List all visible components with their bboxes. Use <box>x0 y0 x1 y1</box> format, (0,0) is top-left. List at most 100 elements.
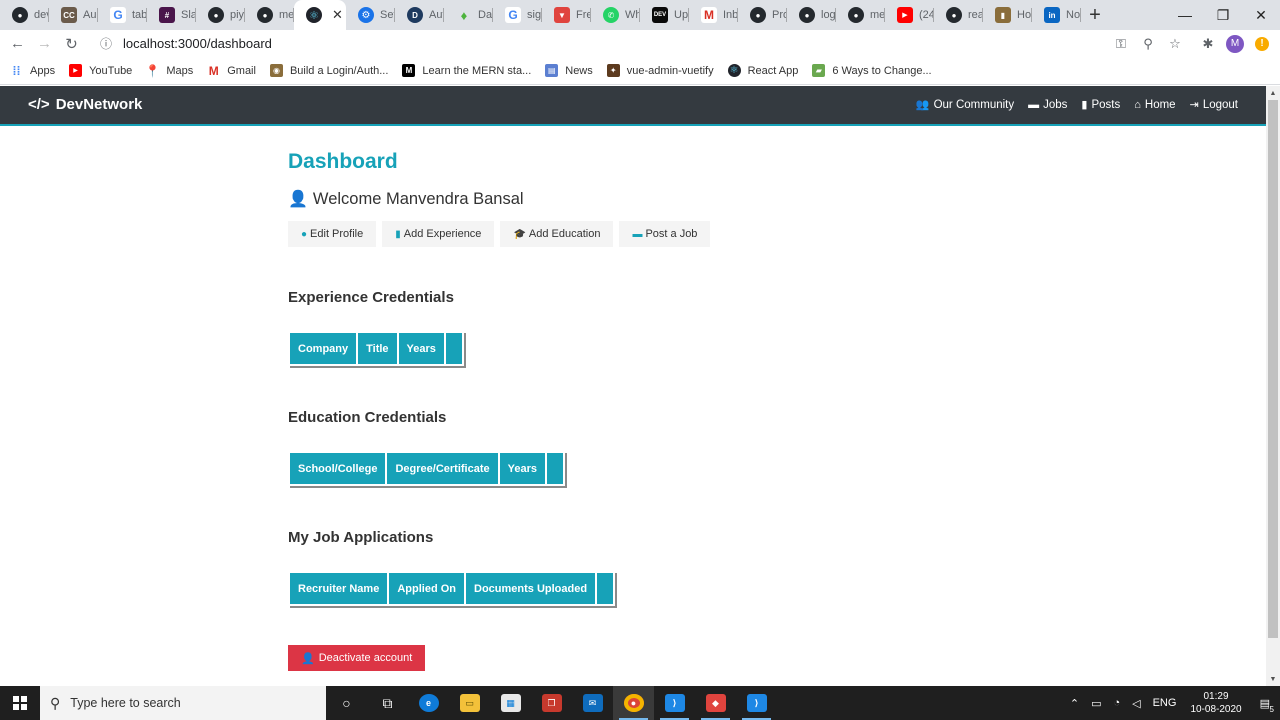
reload-icon[interactable]: ↻ <box>58 30 85 57</box>
key-icon[interactable]: ⚿ <box>1108 30 1134 57</box>
vscode-icon[interactable]: ⟩ <box>654 686 695 720</box>
education-heading: Education Credentials <box>288 409 447 426</box>
add-experience-button[interactable]: ▮ Add Experience <box>382 221 495 247</box>
browser-tab[interactable]: Gtabl <box>98 0 147 30</box>
notifications-icon[interactable]: ▤ 5 <box>1260 697 1275 714</box>
browser-tab[interactable]: DEV Upl <box>640 0 689 30</box>
task-view-icon[interactable]: ⧉ <box>367 686 408 720</box>
cortana-icon[interactable]: ○ <box>326 686 367 720</box>
browser-tab[interactable]: ● dev <box>0 0 49 30</box>
browser-tab[interactable]: ▼ Free <box>542 0 591 30</box>
browser-tab[interactable]: ● rea <box>934 0 983 30</box>
browser-tab[interactable]: ● log <box>787 0 836 30</box>
browser-tab[interactable]: ▶ (24 <box>885 0 934 30</box>
info-icon[interactable]: ⓘ <box>97 34 115 52</box>
tab-title: Aut <box>429 9 444 21</box>
close-window-icon[interactable]: ✕ <box>1242 0 1280 30</box>
nav-posts[interactable]: ▮ Posts <box>1081 98 1120 112</box>
page-scrollbar[interactable]: ▲ ▼ <box>1266 86 1280 686</box>
volume-icon[interactable]: ◁ <box>1132 697 1140 710</box>
clock[interactable]: 01:29 10-08-2020 <box>1190 690 1241 716</box>
extensions-icon[interactable]: ✱ <box>1195 30 1221 57</box>
wifi-icon[interactable]: ◔ <box>1113 697 1120 709</box>
edge-icon[interactable]: e <box>408 686 449 720</box>
bookmark-apps[interactable]: ⁞⁞ Apps <box>10 64 56 78</box>
news-icon: ▤ <box>545 64 559 77</box>
nav-our-community[interactable]: 👥 Our Community <box>916 98 1014 112</box>
bookmark-mern[interactable]: M Learn the MERN sta... <box>402 64 531 77</box>
browser-tab[interactable]: ✆ Wh <box>591 0 640 30</box>
edit-profile-button[interactable]: ● Edit Profile <box>288 221 377 247</box>
tab-title: (24 <box>919 9 934 21</box>
bookmark-login-auth[interactable]: ◉ Build a Login/Auth... <box>269 64 388 77</box>
browser-tab[interactable]: # Slac <box>147 0 196 30</box>
browser-tab[interactable]: ● piyu <box>196 0 245 30</box>
back-icon[interactable]: ← <box>4 30 31 57</box>
post-a-job-button[interactable]: ▬ Post a Job <box>619 221 711 247</box>
zoom-icon[interactable]: ⚲ <box>1135 30 1161 57</box>
bookmark-react-app[interactable]: ⚛ React App <box>727 64 798 77</box>
bookmarks-bar: ⁞⁞ Apps ▶ YouTube 📍 Maps M Gmail ◉ Build a Lo… <box>0 57 1280 85</box>
address-bar[interactable]: ⓘ localhost:3000/dashboard <box>89 31 1189 55</box>
browser-tab[interactable]: ▮ Hov <box>983 0 1032 30</box>
maximize-icon[interactable]: ❐ <box>1204 0 1242 30</box>
battery-icon[interactable]: ▭ <box>1091 697 1101 710</box>
git-tool-icon[interactable]: ◆ <box>695 686 736 720</box>
close-tab-icon[interactable]: ✕ <box>332 7 343 23</box>
scrollbar-thumb[interactable] <box>1268 100 1278 638</box>
minimize-icon[interactable]: — <box>1166 0 1204 30</box>
bookmark-vue-admin[interactable]: ✦ vue-admin-vuetify <box>606 64 714 77</box>
welcome-text: Welcome Manvendra Bansal <box>312 189 524 208</box>
star-icon[interactable]: ☆ <box>1162 30 1188 57</box>
add-education-button[interactable]: 🎓 Add Education <box>500 221 614 247</box>
profile-avatar[interactable]: M <box>1222 30 1248 57</box>
nav-label: Home <box>1144 98 1176 111</box>
browser-tab[interactable]: M Inb <box>689 0 738 30</box>
brand-link[interactable]: </> DevNetwork <box>28 96 142 113</box>
gift-icon[interactable]: ❐ <box>531 686 572 720</box>
column-school: School/College <box>290 453 386 484</box>
scroll-down-icon[interactable]: ▼ <box>1266 672 1280 686</box>
file-explorer-icon[interactable]: ▭ <box>449 686 490 720</box>
tab-title: Upl <box>674 9 689 21</box>
language-indicator[interactable]: ENG <box>1153 697 1177 709</box>
url-text[interactable]: localhost:3000/dashboard <box>123 36 272 51</box>
bookmark-youtube[interactable]: ▶ YouTube <box>69 64 132 77</box>
browser-tab-active[interactable]: ⚛ ✕ <box>294 0 346 30</box>
mail-icon[interactable]: ✉ <box>572 686 613 720</box>
start-button[interactable] <box>0 686 40 720</box>
browser-tab[interactable]: ♦ Dat <box>444 0 493 30</box>
taskbar-search[interactable]: ⚲ Type here to search <box>40 686 326 720</box>
browser-tab[interactable]: D Aut <box>395 0 444 30</box>
vscode-icon[interactable]: ⟩ <box>736 686 777 720</box>
browser-tab[interactable]: ● Pro <box>738 0 787 30</box>
nav-home[interactable]: ⌂ Home <box>1134 99 1175 111</box>
bookmark-news[interactable]: ▤ News <box>545 64 593 77</box>
windows-icon <box>13 696 27 710</box>
scroll-up-icon[interactable]: ▲ <box>1266 86 1280 100</box>
store-icon[interactable]: ▦ <box>490 686 531 720</box>
chevron-up-icon[interactable]: ⌃ <box>1070 697 1079 710</box>
update-icon[interactable]: ! <box>1249 30 1275 57</box>
nav-jobs[interactable]: ▬ Jobs <box>1028 99 1067 111</box>
browser-tab[interactable]: in Not <box>1032 0 1081 30</box>
bookmark-maps[interactable]: 📍 Maps <box>145 64 193 78</box>
nav-logout[interactable]: ⇥ Logout <box>1190 98 1238 112</box>
tab-title: Inb <box>723 9 738 21</box>
browser-tab[interactable]: CC Auc <box>49 0 98 30</box>
tab-title: log <box>821 9 836 21</box>
table-header-row: School/College Degree/Certificate Years <box>290 453 563 484</box>
chrome-icon[interactable]: ● <box>613 686 654 720</box>
browser-tab[interactable]: ● me <box>245 0 294 30</box>
browser-tab[interactable]: Gsign <box>493 0 542 30</box>
bookmark-6-ways[interactable]: ▰ 6 Ways to Change... <box>812 64 932 77</box>
browser-tab[interactable]: ● me <box>836 0 885 30</box>
column-recruiter: Recruiter Name <box>290 573 388 604</box>
forward-icon[interactable]: → <box>31 30 58 57</box>
new-tab-button[interactable]: + <box>1081 0 1109 30</box>
deactivate-account-button[interactable]: 👤 Deactivate account <box>288 645 426 671</box>
slack-icon: # <box>159 7 175 23</box>
browser-tab[interactable]: ⚙ Sett <box>346 0 395 30</box>
bookmark-gmail[interactable]: M Gmail <box>207 64 256 78</box>
applications-table: Recruiter Name Applied On Documents Uplo… <box>288 571 616 606</box>
